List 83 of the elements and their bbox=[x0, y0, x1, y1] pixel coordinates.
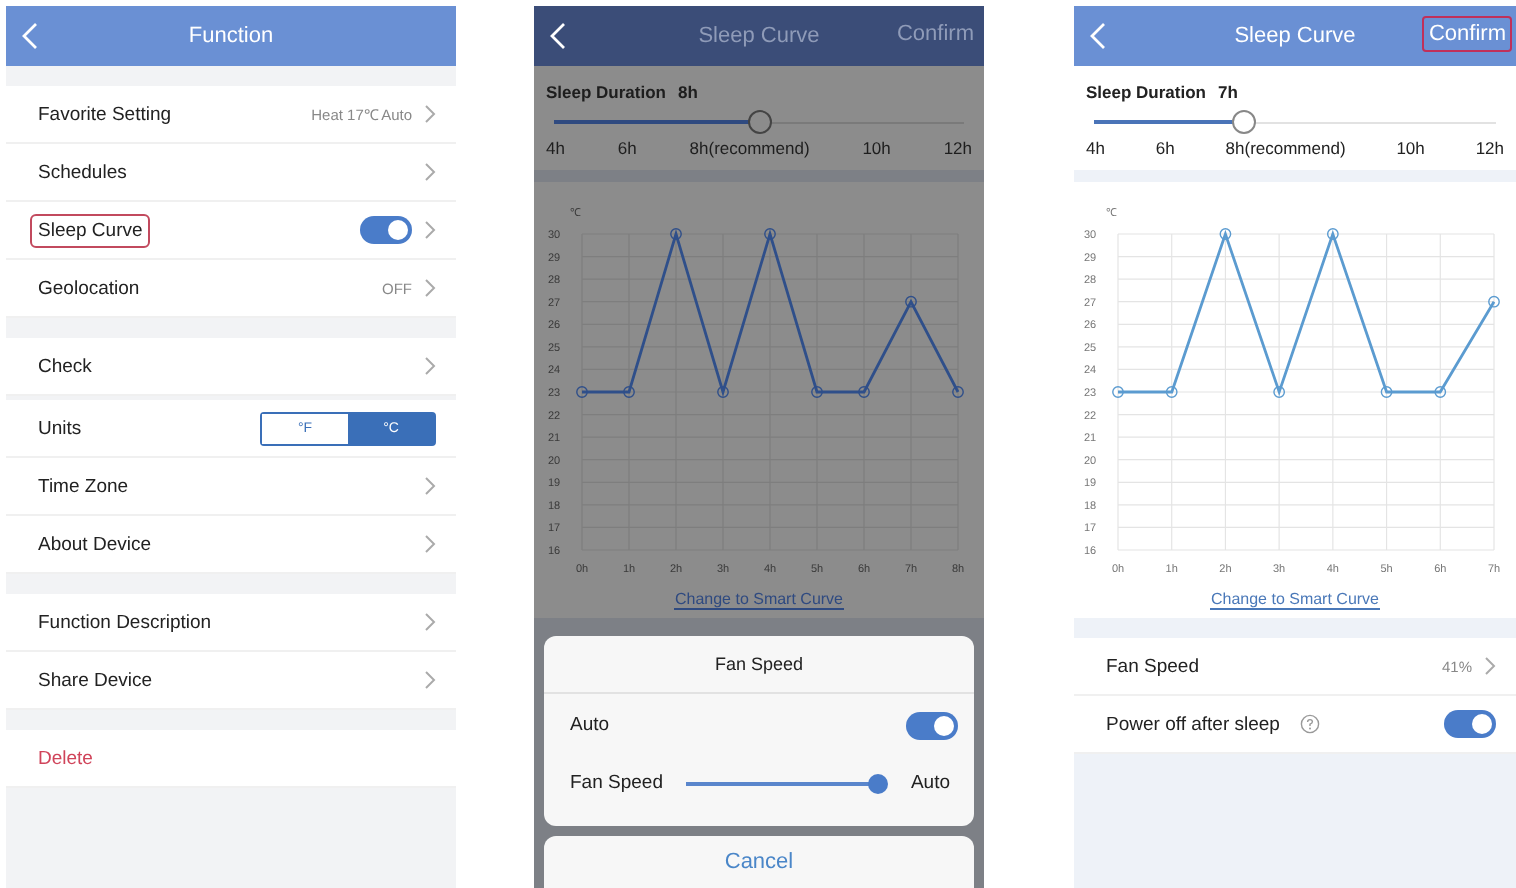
chevron-icon bbox=[424, 356, 436, 376]
data-point[interactable] bbox=[716, 386, 728, 398]
settings-row[interactable]: Delete bbox=[6, 730, 456, 788]
duration-label: Sleep Duration bbox=[546, 82, 666, 102]
scale-label: 8h(recommend) bbox=[689, 138, 810, 158]
settings-row[interactable]: Share Device bbox=[6, 652, 456, 710]
data-point[interactable] bbox=[575, 386, 587, 398]
duration-slider[interactable] bbox=[554, 110, 964, 134]
settings-row[interactable]: Time Zone bbox=[6, 458, 456, 516]
data-point[interactable] bbox=[1487, 295, 1499, 308]
data-point[interactable] bbox=[1164, 386, 1177, 398]
toggle-switch[interactable] bbox=[360, 216, 412, 244]
fan-speed-value: Auto bbox=[908, 770, 952, 798]
data-point[interactable] bbox=[951, 386, 963, 398]
data-point[interactable] bbox=[904, 295, 916, 308]
settings-row[interactable]: Function Description bbox=[6, 594, 456, 652]
row-label: Power off after sleep bbox=[1104, 711, 1282, 739]
help-icon[interactable] bbox=[1299, 714, 1320, 734]
duration-value: 7h bbox=[1217, 82, 1238, 102]
scale-label: 12h bbox=[943, 138, 972, 158]
row-label: Schedules bbox=[36, 159, 129, 187]
screen-title: Function bbox=[188, 24, 274, 48]
data-point[interactable] bbox=[1379, 386, 1392, 398]
sheet-title: Fan Speed bbox=[544, 636, 974, 694]
data-point[interactable] bbox=[1325, 228, 1338, 240]
row-label: Check bbox=[36, 353, 94, 381]
toggle-switch[interactable] bbox=[906, 711, 958, 739]
screen-title: Sleep Curve bbox=[1234, 24, 1356, 48]
duration-slider[interactable] bbox=[1094, 110, 1496, 134]
data-point[interactable] bbox=[857, 386, 869, 398]
scale-label: 4h bbox=[546, 138, 565, 158]
row-label: Units bbox=[36, 415, 84, 443]
duration-label: Sleep Duration bbox=[1086, 82, 1206, 102]
back-icon[interactable] bbox=[550, 22, 566, 50]
row-label: About Device bbox=[36, 531, 154, 559]
scale-label: 4h bbox=[1086, 138, 1105, 158]
data-point[interactable] bbox=[763, 228, 775, 240]
scale-label: 6h bbox=[617, 138, 637, 158]
duration-value: 8h bbox=[677, 82, 698, 102]
data-point[interactable] bbox=[1433, 386, 1446, 398]
smart-curve-link[interactable]: Change to Smart Curve bbox=[1210, 590, 1380, 610]
settings-row[interactable]: Schedules bbox=[6, 144, 456, 202]
data-point[interactable] bbox=[1111, 386, 1123, 398]
scale-label: 12h bbox=[1475, 138, 1504, 158]
row-label: Function Description bbox=[36, 609, 214, 637]
slider-thumb[interactable] bbox=[868, 773, 889, 793]
chevron-icon bbox=[424, 612, 436, 632]
chevron-icon bbox=[424, 220, 436, 240]
row-label: Favorite Setting bbox=[36, 101, 174, 129]
row-label: Time Zone bbox=[36, 473, 131, 501]
chevron-icon bbox=[1484, 656, 1496, 676]
scale-label: 8h(recommend) bbox=[1225, 138, 1346, 158]
fan-speed-label: Fan Speed bbox=[568, 770, 665, 798]
row-label: Geolocation bbox=[36, 275, 142, 303]
settings-row[interactable]: Sleep Curve bbox=[6, 202, 456, 260]
chevron-icon bbox=[424, 278, 436, 298]
scale-label: 10h bbox=[862, 138, 891, 158]
scale-label: 10h bbox=[1396, 138, 1425, 158]
fan-speed-slider[interactable] bbox=[686, 773, 887, 793]
slider-thumb[interactable] bbox=[747, 110, 771, 134]
row-label: Share Device bbox=[36, 667, 155, 695]
settings-row[interactable]: About Device bbox=[6, 516, 456, 574]
chevron-icon bbox=[424, 534, 436, 554]
data-point[interactable] bbox=[669, 228, 681, 240]
chevron-icon bbox=[424, 670, 436, 690]
row-label: Delete bbox=[36, 745, 95, 773]
slider-thumb[interactable] bbox=[1232, 110, 1257, 134]
auto-label: Auto bbox=[568, 712, 612, 740]
toggle-switch[interactable] bbox=[1444, 710, 1496, 738]
cancel-button[interactable]: Cancel bbox=[544, 836, 974, 888]
row-label: Sleep Curve bbox=[30, 213, 151, 247]
settings-row[interactable]: Power off after sleep bbox=[1074, 696, 1516, 754]
screen-title: Sleep Curve bbox=[698, 24, 820, 48]
data-point[interactable] bbox=[1218, 228, 1231, 240]
chevron-icon bbox=[424, 476, 436, 496]
scale-label: 6h bbox=[1155, 138, 1175, 158]
chevron-icon bbox=[424, 104, 436, 124]
row-label: Fan Speed bbox=[1104, 653, 1201, 681]
settings-row[interactable]: Check bbox=[6, 338, 456, 396]
data-point[interactable] bbox=[622, 386, 634, 398]
data-point[interactable] bbox=[1272, 386, 1285, 398]
chevron-icon bbox=[424, 162, 436, 182]
data-point[interactable] bbox=[810, 386, 822, 398]
